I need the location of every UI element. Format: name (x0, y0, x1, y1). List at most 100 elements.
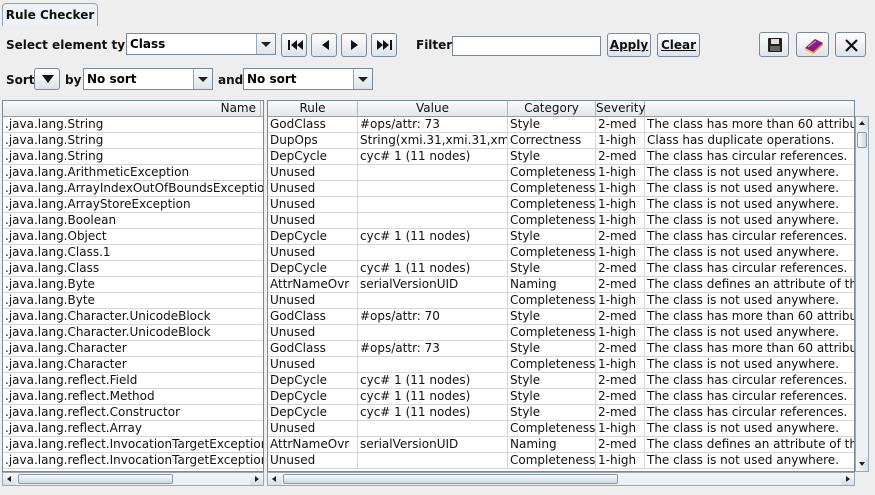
column-header-description[interactable] (645, 101, 854, 117)
name-table-horizontal-scrollbar[interactable] (2, 472, 264, 486)
table-row[interactable]: .java.lang.Boolean (3, 213, 263, 229)
table-row[interactable]: GodClass #ops/attr: 70 Style 2-med The class… (268, 309, 854, 325)
table-row[interactable]: .java.lang.reflect.Constructor (3, 405, 263, 421)
previous-button[interactable] (311, 33, 337, 57)
apply-button[interactable]: Apply (607, 33, 651, 57)
table-row[interactable]: Unused Completeness 1-high The class is not… (268, 421, 854, 437)
description-cell: The class is not used anywhere. (647, 165, 840, 179)
table-row[interactable]: Unused Completeness 1-high The class is not… (268, 293, 854, 309)
chevron-down-icon[interactable] (353, 69, 372, 89)
table-row[interactable]: .java.lang.ArithmeticException (3, 165, 263, 181)
table-row[interactable]: .java.lang.Character (3, 357, 263, 373)
table-row[interactable]: .java.lang.Byte (3, 293, 263, 309)
name-cell: .java.lang.Character.UnicodeBlock (5, 325, 211, 339)
table-row[interactable]: DepCycle cyc# 1 (11 nodes) Style 2-med The c… (268, 229, 854, 245)
table-row[interactable]: .java.lang.Character.UnicodeBlock (3, 325, 263, 341)
table-row[interactable]: DupOpsString(xmi.31,xmi.31,xmi....Correc… (268, 133, 854, 149)
scroll-thumb[interactable] (857, 132, 867, 148)
table-row[interactable]: DepCycle cyc# 1 (11 nodes) Style 2-med The c… (268, 373, 854, 389)
chevron-down-icon[interactable] (193, 69, 212, 89)
name-table-header: Name (3, 101, 263, 117)
table-row[interactable]: .java.lang.ArrayStoreException (3, 197, 263, 213)
column-header-rule[interactable]: Rule (268, 101, 358, 117)
name-cell: .java.lang.reflect.InvocationTargetExcep… (5, 437, 264, 451)
help-book-button[interactable] (796, 32, 829, 57)
column-header-category[interactable]: Category (508, 101, 596, 117)
table-row[interactable]: Unused Completeness 1-high The class is not… (268, 181, 854, 197)
severity-cell: 2-med (596, 149, 645, 164)
tab-rule-checker[interactable]: Rule Checker (2, 3, 98, 26)
category-cell: Style (508, 261, 596, 276)
table-row[interactable]: .java.lang.Byte (3, 277, 263, 293)
table-row[interactable]: .java.lang.reflect.Method (3, 389, 263, 405)
table-row[interactable]: Unused Completeness 1-high The class is not… (268, 165, 854, 181)
arrow-left-icon (272, 476, 276, 482)
name-cell: .java.lang.Class (5, 261, 100, 275)
table-row[interactable]: .java.lang.String (3, 133, 263, 149)
column-header-name[interactable]: Name (3, 101, 261, 117)
table-row[interactable]: .java.lang.reflect.InvocationTargetExcep… (3, 453, 263, 469)
scroll-thumb[interactable] (18, 474, 173, 484)
column-header-value[interactable]: Value (358, 101, 508, 117)
table-row[interactable]: Unused Completeness 1-high The class is not… (268, 197, 854, 213)
next-icon (351, 40, 358, 50)
table-row[interactable]: .java.lang.reflect.Field (3, 373, 263, 389)
table-row[interactable]: Unused Completeness 1-high The class is not… (268, 325, 854, 341)
table-row[interactable]: .java.lang.Object (3, 229, 263, 245)
last-button[interactable] (371, 33, 397, 57)
sort-direction-button[interactable] (34, 68, 60, 90)
table-row[interactable]: .java.lang.reflect.Array (3, 421, 263, 437)
table-row[interactable]: Unused Completeness 1-high The class is not… (268, 453, 854, 469)
scroll-left-button[interactable] (268, 473, 281, 485)
scroll-right-button[interactable] (250, 473, 263, 485)
next-button[interactable] (341, 33, 367, 57)
close-button[interactable] (835, 32, 866, 57)
first-button[interactable] (281, 33, 307, 57)
rule-cell: Unused (268, 421, 358, 436)
chevron-down-icon[interactable] (256, 34, 275, 54)
category-cell: Style (508, 341, 596, 356)
name-cell: .java.lang.String (5, 117, 104, 131)
element-type-select[interactable]: Class (126, 33, 276, 55)
table-row[interactable]: DepCycle cyc# 1 (11 nodes) Style 2-med The c… (268, 405, 854, 421)
table-row[interactable]: .java.lang.Character (3, 341, 263, 357)
table-row[interactable]: GodClass #ops/attr: 73 Style 2-med The class… (268, 341, 854, 357)
table-row[interactable]: .java.lang.String (3, 149, 263, 165)
name-cell: .java.lang.Class.1 (5, 245, 111, 259)
value-cell (358, 181, 508, 196)
table-row[interactable]: DepCycle cyc# 1 (11 nodes) Style 2-med The c… (268, 149, 854, 165)
results-table-vertical-scrollbar[interactable] (855, 116, 869, 472)
description-cell: The class has circular references. (647, 149, 848, 163)
scroll-up-button[interactable] (856, 117, 868, 130)
results-table-horizontal-scrollbar[interactable] (267, 472, 855, 486)
table-row[interactable]: GodClass #ops/attr: 73 Style 2-med The class… (268, 117, 854, 133)
close-x-icon (845, 39, 858, 52)
table-row[interactable]: Unused Completeness 1-high The class is not… (268, 357, 854, 373)
scroll-right-button[interactable] (841, 473, 854, 485)
clear-button[interactable]: Clear (657, 33, 700, 57)
description-cell: The class is not used anywhere. (647, 421, 840, 435)
table-row[interactable]: Unused Completeness 1-high The class is not… (268, 213, 854, 229)
table-row[interactable]: Unused Completeness 1-high The class is not… (268, 245, 854, 261)
table-row[interactable]: .java.lang.Character.UnicodeBlock (3, 309, 263, 325)
value-cell (358, 325, 508, 340)
rule-cell: GodClass (268, 309, 358, 324)
table-row[interactable]: AttrNameOvr serialVersionUID Naming 2-med Th… (268, 277, 854, 293)
scroll-down-button[interactable] (856, 458, 868, 471)
scroll-thumb[interactable] (283, 474, 618, 484)
table-row[interactable]: DepCycle cyc# 1 (11 nodes) Style 2-med The c… (268, 389, 854, 405)
table-row[interactable]: AttrNameOvr serialVersionUID Naming 2-med Th… (268, 437, 854, 453)
rule-cell: DepCycle (268, 373, 358, 388)
table-row[interactable]: .java.lang.String (3, 117, 263, 133)
table-row[interactable]: .java.lang.ArrayIndexOutOfBoundsExceptio… (3, 181, 263, 197)
filter-input[interactable] (452, 36, 601, 56)
save-button[interactable] (759, 32, 789, 57)
column-header-severity[interactable]: Severity (596, 101, 646, 117)
sort-by-select[interactable]: No sort (83, 68, 213, 90)
table-row[interactable]: DepCycle cyc# 1 (11 nodes) Style 2-med The c… (268, 261, 854, 277)
table-row[interactable]: .java.lang.Class (3, 261, 263, 277)
sort-then-select[interactable]: No sort (243, 68, 373, 90)
table-row[interactable]: .java.lang.reflect.InvocationTargetExcep… (3, 437, 264, 453)
table-row[interactable]: .java.lang.Class.1 (3, 245, 263, 261)
scroll-left-button[interactable] (3, 473, 16, 485)
